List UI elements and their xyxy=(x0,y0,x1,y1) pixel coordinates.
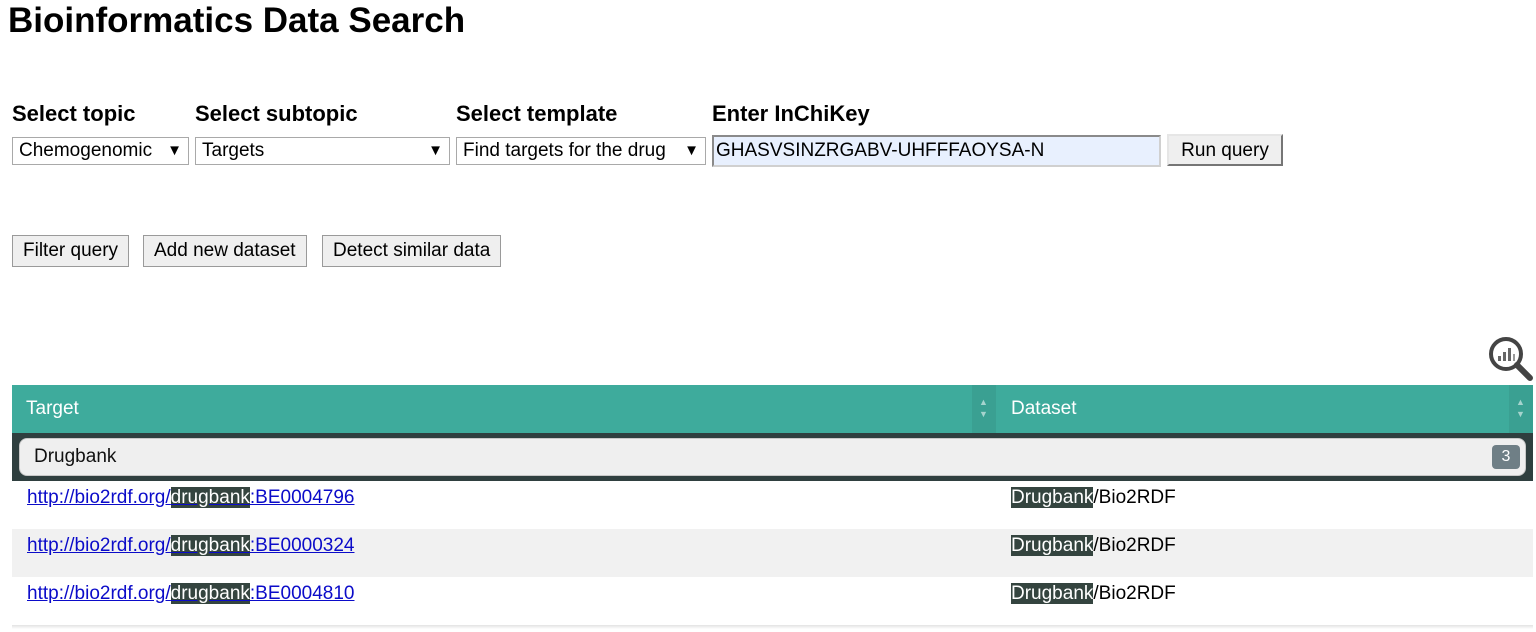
target-link-prefix: http://bio2rdf.org/ xyxy=(27,487,171,508)
table-row: http://bio2rdf.org/drugbank:BE0004796 Dr… xyxy=(12,481,1533,529)
group-count-badge: 3 xyxy=(1492,445,1520,469)
dropdown-arrow-icon: ▼ xyxy=(167,142,182,159)
filter-query-button[interactable]: Filter query xyxy=(12,235,130,267)
topic-select[interactable]: Chemogenomic ▼ xyxy=(12,137,189,165)
page-title: Bioinformatics Data Search xyxy=(8,1,466,40)
subtopic-label: Select subtopic xyxy=(195,101,358,126)
subtopic-select[interactable]: Targets ▼ xyxy=(195,137,450,165)
template-select-value: Find targets for the drug xyxy=(463,140,666,161)
dataset-suffix: /Bio2RDF xyxy=(1093,583,1176,604)
run-query-button[interactable]: Run query xyxy=(1167,134,1283,166)
topic-label: Select topic xyxy=(12,101,136,126)
template-field: Select template Find targets for the dru… xyxy=(456,100,706,165)
subtopic-select-value: Targets xyxy=(202,140,265,161)
target-link[interactable]: http://bio2rdf.org/drugbank:BE0000324 xyxy=(27,535,354,556)
group-row: Drugbank 3 xyxy=(12,433,1533,481)
search-highlight: Drugbank xyxy=(1011,535,1094,556)
search-highlight: drugbank xyxy=(170,535,250,556)
target-link-prefix: http://bio2rdf.org/ xyxy=(27,535,171,556)
template-label: Select template xyxy=(456,101,618,126)
target-cell: http://bio2rdf.org/drugbank:BE0000324 xyxy=(27,529,354,577)
target-link-suffix: :BE0004810 xyxy=(249,583,355,604)
target-cell: http://bio2rdf.org/drugbank:BE0004796 xyxy=(27,481,354,529)
inchikey-label: Enter InChiKey xyxy=(712,101,870,126)
search-highlight: Drugbank xyxy=(1011,487,1094,508)
column-header-target[interactable]: Target xyxy=(26,385,79,433)
detect-similar-button[interactable]: Detect similar data xyxy=(322,235,502,267)
add-dataset-button[interactable]: Add new dataset xyxy=(143,235,307,267)
dropdown-arrow-icon: ▼ xyxy=(428,142,443,159)
table-row: http://bio2rdf.org/drugbank:BE0004810 Dr… xyxy=(12,577,1533,625)
inchikey-input[interactable] xyxy=(712,135,1161,167)
target-link-suffix: :BE0000324 xyxy=(249,535,355,556)
results-table: Target ▲ ▼ Dataset ▲ ▼ Drugbank 3 http://b… xyxy=(12,385,1533,629)
table-bottom-edge xyxy=(12,625,1533,629)
dataset-cell: Drugbank/Bio2RDF xyxy=(1011,529,1176,577)
search-highlight: Drugbank xyxy=(1011,583,1094,604)
target-cell: http://bio2rdf.org/drugbank:BE0004810 xyxy=(27,577,354,625)
group-header[interactable]: Drugbank 3 xyxy=(19,438,1526,476)
inchikey-field: Enter InChiKey xyxy=(712,100,1162,167)
topic-field: Select topic Chemogenomic ▼ xyxy=(12,100,189,165)
target-link[interactable]: http://bio2rdf.org/drugbank:BE0004810 xyxy=(27,583,354,604)
target-link-prefix: http://bio2rdf.org/ xyxy=(27,583,171,604)
search-highlight: drugbank xyxy=(170,487,250,508)
search-highlight: drugbank xyxy=(170,583,250,604)
dropdown-arrow-icon: ▼ xyxy=(684,142,699,159)
column-header-dataset[interactable]: Dataset xyxy=(1011,385,1076,433)
template-select[interactable]: Find targets for the drug ▼ xyxy=(456,137,706,165)
table-header: Target ▲ ▼ Dataset ▲ ▼ xyxy=(12,385,1533,433)
sort-arrows-icon[interactable]: ▲ ▼ xyxy=(1509,385,1533,433)
target-link[interactable]: http://bio2rdf.org/drugbank:BE0004796 xyxy=(27,487,354,508)
target-link-suffix: :BE0004796 xyxy=(249,487,355,508)
dataset-suffix: /Bio2RDF xyxy=(1093,487,1176,508)
group-name: Drugbank xyxy=(34,446,117,467)
dataset-cell: Drugbank/Bio2RDF xyxy=(1011,481,1176,529)
table-row: http://bio2rdf.org/drugbank:BE0000324 Dr… xyxy=(12,529,1533,577)
subtopic-field: Select subtopic Targets ▼ xyxy=(195,100,450,165)
topic-select-value: Chemogenomic xyxy=(19,140,153,161)
sort-arrows-icon[interactable]: ▲ ▼ xyxy=(972,385,996,433)
dataset-suffix: /Bio2RDF xyxy=(1093,535,1176,556)
dataset-cell: Drugbank/Bio2RDF xyxy=(1011,577,1176,625)
chart-magnifier-icon[interactable] xyxy=(1486,334,1534,382)
